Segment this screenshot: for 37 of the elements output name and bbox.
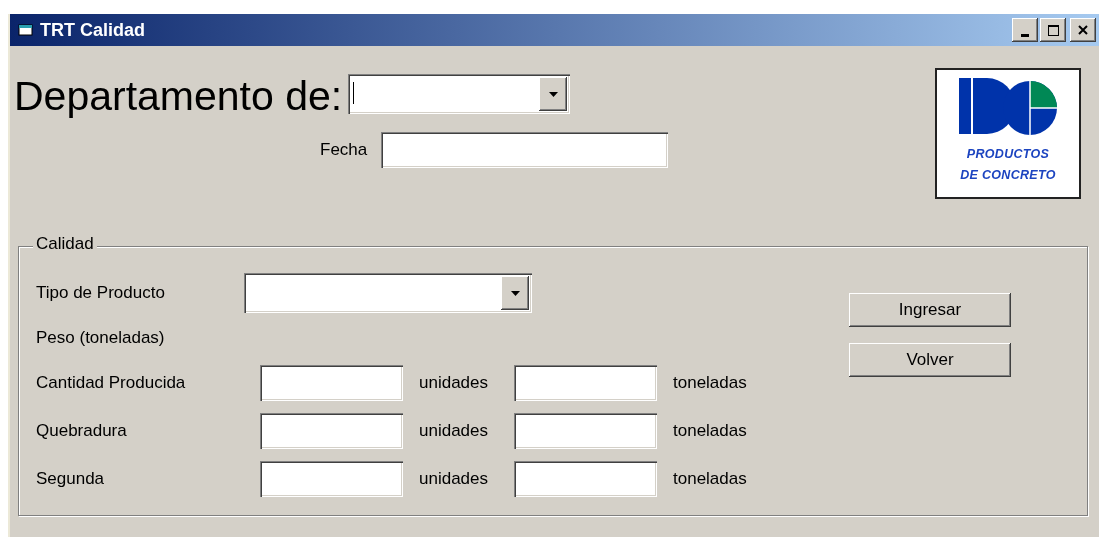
date-label: Fecha <box>320 140 368 160</box>
tons-field[interactable] <box>514 365 657 401</box>
dropdown-arrow-icon <box>510 290 520 296</box>
form-button[interactable]: Volver <box>849 343 1011 377</box>
unit-label: toneladas <box>672 373 748 393</box>
row-label: Cantidad Producida <box>36 373 187 393</box>
units-field[interactable] <box>260 413 403 449</box>
maximize-button[interactable] <box>1040 18 1066 42</box>
product-type-label: Tipo de Producto <box>36 283 166 303</box>
window-title: TRT Calidad <box>40 19 146 41</box>
date-field[interactable] <box>381 132 669 168</box>
form-button[interactable]: Ingresar <box>849 293 1011 327</box>
dropdown[interactable] <box>348 74 571 114</box>
weight-label: Peso (toneladas) <box>36 328 165 348</box>
logo-text: DE CONCRETO <box>960 167 1056 184</box>
row-label: Quebradura <box>36 421 128 441</box>
row-label: Segunda <box>36 469 106 489</box>
dropdown-arrow-icon <box>548 91 558 97</box>
maximize-icon <box>1047 24 1059 36</box>
unit-label: unidades <box>418 373 489 393</box>
unit-label: unidades <box>418 469 489 489</box>
window-app-icon <box>18 23 34 37</box>
minimize-icon <box>1021 33 1029 37</box>
unit-label: unidades <box>418 421 489 441</box>
unit-label: toneladas <box>672 421 748 441</box>
logo-text: PRODUCTOS <box>966 146 1050 163</box>
department-label: Departamento de: <box>14 72 343 120</box>
tons-field[interactable] <box>514 461 657 497</box>
close-button[interactable] <box>1070 18 1096 42</box>
minimize-button[interactable] <box>1012 18 1038 42</box>
tons-field[interactable] <box>514 413 657 449</box>
text-cursor <box>353 82 355 104</box>
units-field[interactable] <box>260 365 403 401</box>
units-field[interactable] <box>260 461 403 497</box>
close-icon <box>1078 25 1088 35</box>
unit-label: toneladas <box>672 469 748 489</box>
dropdown[interactable] <box>244 273 532 313</box>
